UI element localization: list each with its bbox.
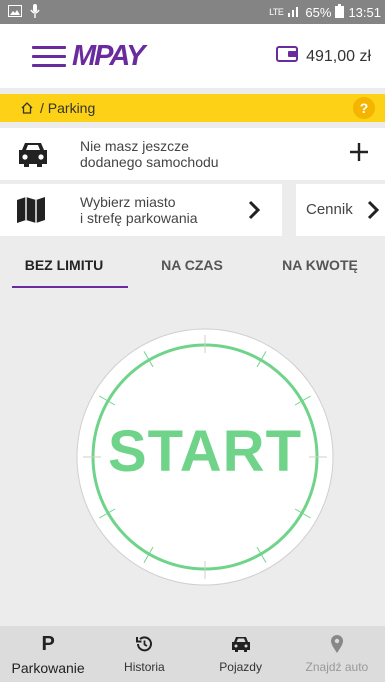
parking-mode-tabs: BEZ LIMITU NA CZAS NA KWOTĘ: [0, 244, 385, 288]
price-list-label: Cennik: [306, 201, 353, 218]
choose-zone-text: Wybierz miasto i strefę parkowania: [80, 194, 198, 226]
add-car-line1: Nie masz jeszcze: [80, 138, 189, 154]
price-list-button[interactable]: Cennik: [296, 184, 385, 236]
microphone-icon: [30, 3, 40, 21]
choose-zone-card[interactable]: Wybierz miasto i strefę parkowania: [0, 184, 282, 236]
parking-icon: P: [41, 633, 55, 655]
home-icon[interactable]: [20, 101, 34, 115]
bottom-navigation: P Parkowanie Historia Pojazdy Znajdź aut…: [0, 626, 385, 682]
history-icon: [134, 634, 154, 654]
nav-parkowanie-label: Parkowanie: [11, 660, 85, 676]
add-car-line2: dodanego samochodu: [80, 154, 219, 170]
tab-na-kwote[interactable]: NA KWOTĘ: [256, 244, 384, 288]
nav-parkowanie[interactable]: P Parkowanie: [0, 626, 96, 682]
mpay-logo: MPAY: [72, 40, 145, 72]
balance-amount: 491,00 zł: [306, 47, 371, 65]
choose-zone-line2: i strefę parkowania: [80, 210, 198, 226]
clock: 13:51: [348, 4, 381, 20]
car-icon: [230, 634, 252, 654]
add-car-text: Nie masz jeszcze dodanego samochodu: [80, 138, 219, 170]
wallet-icon: [276, 46, 299, 67]
plus-icon[interactable]: [347, 140, 371, 169]
nav-historia[interactable]: Historia: [96, 626, 192, 682]
chevron-right-icon[interactable]: [248, 200, 261, 225]
start-dial[interactable]: [74, 326, 336, 588]
map-icon: [16, 196, 46, 229]
nav-znajdz-auto-label: Znajdź auto: [305, 660, 369, 674]
add-car-card[interactable]: Nie masz jeszcze dodanego samochodu: [0, 128, 385, 180]
car-icon: [16, 140, 50, 173]
image-notification-icon: [8, 4, 22, 20]
battery-percent: 65%: [305, 4, 332, 20]
signal-icon: [287, 5, 301, 20]
dial-inner-ring: [91, 343, 319, 571]
status-bar: LTE 65% 13:51: [0, 0, 385, 24]
nav-znajdz-auto[interactable]: Znajdź auto: [289, 626, 385, 682]
breadcrumb-path: / Parking: [40, 100, 96, 116]
hamburger-icon[interactable]: [32, 46, 66, 68]
nav-pojazdy-label: Pojazdy: [219, 660, 262, 674]
tab-bez-limitu[interactable]: BEZ LIMITU: [0, 244, 128, 288]
app-header: MPAY 491,00 zł: [0, 24, 385, 88]
battery-icon: [335, 3, 345, 21]
nav-historia-label: Historia: [124, 660, 165, 674]
network-type: LTE: [269, 7, 284, 17]
nav-pojazdy[interactable]: Pojazdy: [193, 626, 289, 682]
choose-zone-line1: Wybierz miasto: [80, 194, 176, 210]
wallet-balance-button[interactable]: 491,00 zł: [276, 46, 371, 67]
breadcrumb: / Parking ?: [0, 94, 385, 122]
tab-na-czas[interactable]: NA CZAS: [128, 244, 256, 288]
chevron-right-icon: [367, 200, 380, 225]
location-pin-icon: [330, 634, 344, 654]
help-button[interactable]: ?: [353, 97, 375, 119]
